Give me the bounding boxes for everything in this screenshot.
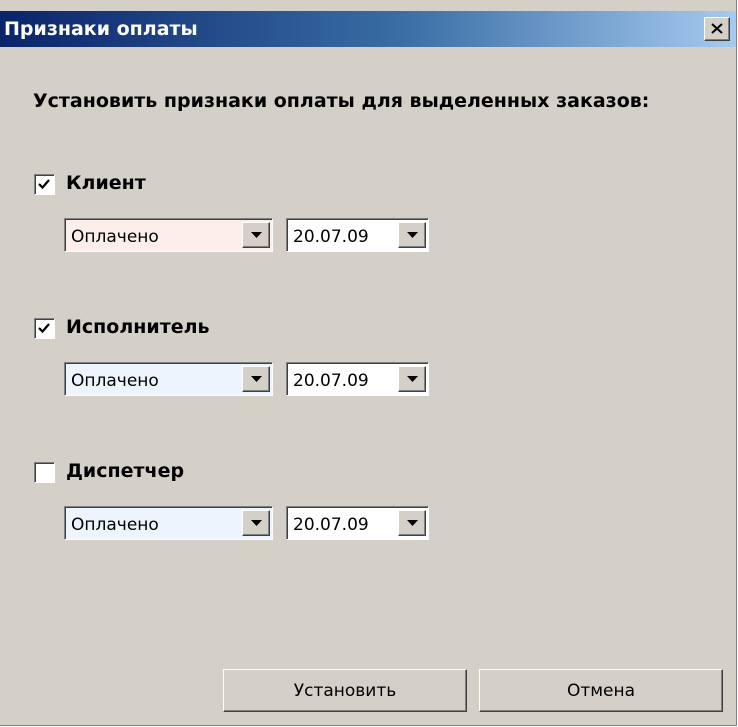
executor-label: Исполнитель <box>66 316 210 338</box>
executor-status-value: Оплачено <box>71 371 159 391</box>
checkmark-icon <box>38 179 50 190</box>
title-bar[interactable]: Признаки оплаты <box>0 11 736 47</box>
client-status-select[interactable]: Оплачено <box>64 218 273 252</box>
client-status-value: Оплачено <box>71 227 159 247</box>
dropdown-arrow-icon <box>251 376 262 382</box>
dispatcher-date-dropdown-button[interactable] <box>398 510 426 536</box>
instruction-label: Установить признаки оплаты для выделенны… <box>33 90 650 112</box>
client-date-dropdown-button[interactable] <box>398 222 426 248</box>
dropdown-arrow-icon <box>251 520 262 526</box>
client-status-dropdown-button[interactable] <box>242 222 270 248</box>
dispatcher-checkbox[interactable] <box>34 462 55 483</box>
executor-date-value: 20.07.09 <box>293 371 369 391</box>
client-date-value: 20.07.09 <box>293 227 369 247</box>
cancel-button[interactable]: Отмена <box>479 669 723 712</box>
executor-date-picker[interactable]: 20.07.09 <box>286 362 429 396</box>
dialog-window: Признаки оплаты Установить признаки опла… <box>0 0 737 726</box>
dispatcher-status-value: Оплачено <box>71 515 159 535</box>
dispatcher-label: Диспетчер <box>66 460 185 482</box>
dropdown-arrow-icon <box>407 232 418 238</box>
executor-status-dropdown-button[interactable] <box>242 366 270 392</box>
close-button[interactable] <box>704 17 730 41</box>
dropdown-arrow-icon <box>407 520 418 526</box>
checkmark-icon <box>38 323 50 334</box>
dispatcher-status-dropdown-button[interactable] <box>242 510 270 536</box>
executor-status-select[interactable]: Оплачено <box>64 362 273 396</box>
dropdown-arrow-icon <box>251 232 262 238</box>
executor-date-dropdown-button[interactable] <box>398 366 426 392</box>
dispatcher-date-picker[interactable]: 20.07.09 <box>286 506 429 540</box>
client-label: Клиент <box>66 172 146 194</box>
executor-checkbox[interactable] <box>34 318 55 339</box>
client-date-picker[interactable]: 20.07.09 <box>286 218 429 252</box>
dispatcher-status-select[interactable]: Оплачено <box>64 506 273 540</box>
dispatcher-date-value: 20.07.09 <box>293 515 369 535</box>
window-title: Признаки оплаты <box>4 18 198 40</box>
dropdown-arrow-icon <box>407 376 418 382</box>
apply-button[interactable]: Установить <box>223 669 467 712</box>
close-icon <box>711 23 723 34</box>
client-checkbox[interactable] <box>34 174 55 195</box>
